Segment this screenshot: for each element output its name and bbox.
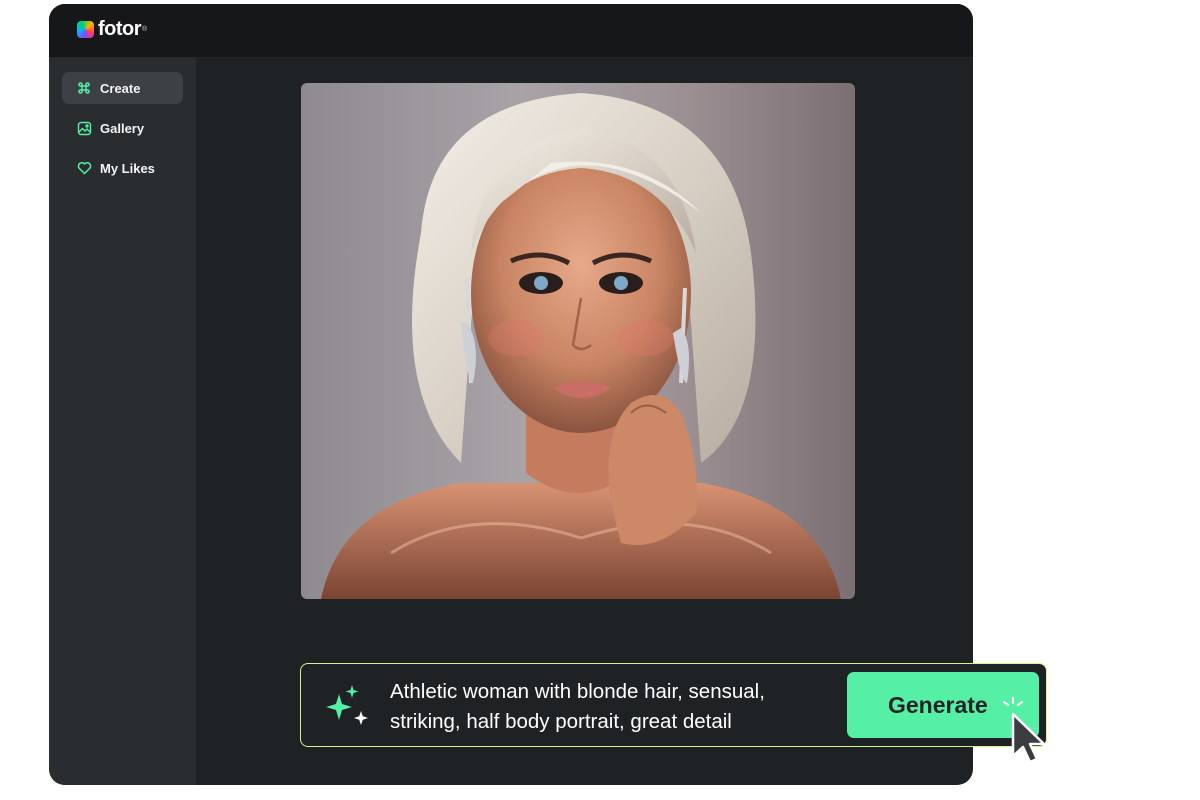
sidebar-item-label: My Likes [100,160,155,176]
top-bar: fotor ® [49,4,973,58]
sidebar-item-my-likes[interactable]: My Likes [62,152,183,184]
mouse-pointer-icon [1010,712,1052,764]
sidebar-item-label: Gallery [100,120,145,136]
sparkles-icon [325,682,369,730]
sidebar-item-label: Create [100,80,141,96]
brand-name: fotor [98,18,142,40]
fotor-logo-icon [77,20,94,38]
command-icon [76,80,92,96]
sidebar-item-create[interactable]: Create [62,72,183,104]
registered-mark: ® [142,25,148,33]
prompt-bar: Athletic woman with blonde hair, sensual… [300,663,1047,747]
image-icon [76,120,92,136]
prompt-input[interactable]: Athletic woman with blonde hair, sensual… [390,677,840,737]
sidebar-item-gallery[interactable]: Gallery [62,112,183,144]
generated-portrait-image[interactable] [301,83,855,599]
fotor-logo[interactable]: fotor ® [77,18,147,40]
heart-icon [76,160,92,176]
sidebar: Create Gallery My Likes [49,58,196,785]
